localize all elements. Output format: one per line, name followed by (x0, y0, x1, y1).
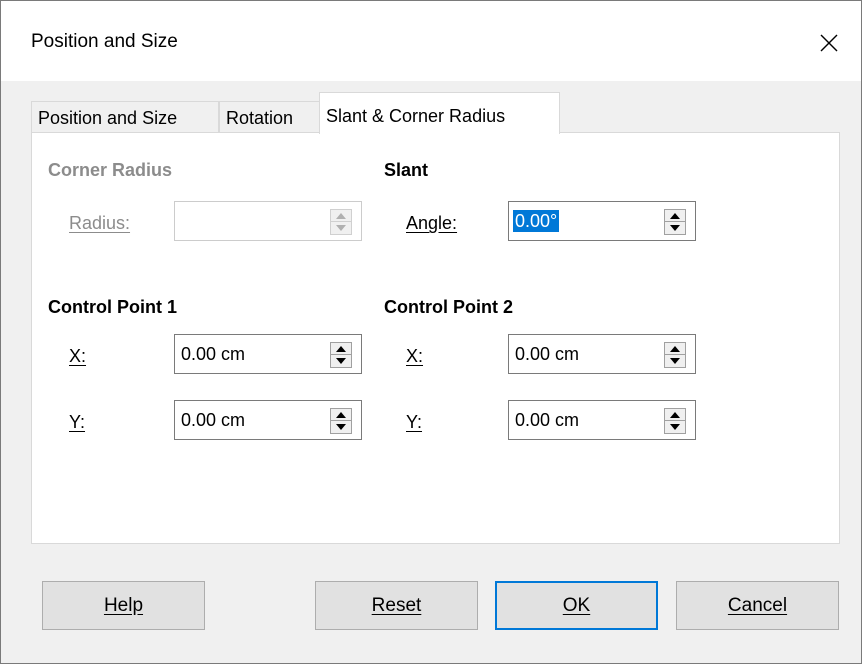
chevron-up-icon (670, 411, 680, 418)
control-point-2-y-decrement-button[interactable] (665, 421, 685, 433)
control-point-2-x-spin-buttons (664, 342, 686, 368)
control-point-2-y-spin-buttons (664, 408, 686, 434)
control-point-2-y-spinbox[interactable]: 0.00 cm (508, 400, 696, 440)
cancel-button[interactable]: Cancel (676, 581, 839, 630)
chevron-up-icon (336, 345, 346, 352)
reset-button[interactable]: Reset (315, 581, 478, 630)
radius-increment-button[interactable] (331, 210, 351, 222)
control-point-2-heading: Control Point 2 (384, 297, 513, 317)
help-button[interactable]: Help (42, 581, 205, 630)
control-point-1-y-increment-button[interactable] (331, 409, 351, 421)
control-point-1-x-value: 0.00 cm (181, 344, 246, 364)
control-point-2-y-value: 0.00 cm (515, 410, 580, 430)
dialog-title: Position and Size (31, 31, 178, 52)
control-point-1-y-spinbox[interactable]: 0.00 cm (174, 400, 362, 440)
chevron-up-icon (670, 212, 680, 219)
control-point-2-y-label: Y: (406, 412, 423, 432)
tab-position-and-size[interactable]: Position and Size (31, 101, 219, 133)
angle-spinbox[interactable]: 0.00° (508, 201, 696, 241)
control-point-2-x-label: X: (406, 346, 424, 366)
chevron-down-icon (670, 358, 680, 364)
control-point-1-x-decrement-button[interactable] (331, 355, 351, 367)
control-point-2-x-spinbox[interactable]: 0.00 cm (508, 334, 696, 374)
chevron-down-icon (336, 358, 346, 364)
tab-panel: Corner Radius Radius: Slant Angle: 0.00° (31, 132, 840, 544)
control-point-1-x-increment-button[interactable] (331, 343, 351, 355)
control-point-2-y-increment-button[interactable] (665, 409, 685, 421)
control-point-2-x-decrement-button[interactable] (665, 355, 685, 367)
chevron-down-icon (336, 225, 346, 231)
radius-decrement-button[interactable] (331, 222, 351, 234)
control-point-1-y-decrement-button[interactable] (331, 421, 351, 433)
chevron-down-icon (670, 424, 680, 430)
chevron-up-icon (670, 345, 680, 352)
angle-label: Angle: (406, 213, 458, 233)
angle-increment-button[interactable] (665, 210, 685, 222)
angle-spin-buttons (664, 209, 686, 235)
control-point-1-y-value: 0.00 cm (181, 410, 246, 430)
chevron-up-icon (336, 411, 346, 418)
control-point-1-y-spin-buttons (330, 408, 352, 434)
control-point-1-x-spinbox[interactable]: 0.00 cm (174, 334, 362, 374)
angle-decrement-button[interactable] (665, 222, 685, 234)
chevron-up-icon (336, 212, 346, 219)
radius-spinbox[interactable] (174, 201, 362, 241)
control-point-1-x-spin-buttons (330, 342, 352, 368)
tab-slant-and-corner-radius[interactable]: Slant & Corner Radius (319, 92, 560, 134)
radius-spin-buttons (330, 209, 352, 235)
control-point-1-x-label: X: (69, 346, 87, 366)
position-and-size-dialog: Position and Size Position and Size Rota… (0, 0, 862, 664)
tab-rotation[interactable]: Rotation (219, 101, 320, 133)
corner-radius-heading: Corner Radius (48, 160, 173, 180)
ok-button[interactable]: OK (495, 581, 658, 630)
close-icon (820, 34, 838, 52)
chevron-down-icon (336, 424, 346, 430)
control-point-2-x-value: 0.00 cm (515, 344, 580, 364)
close-button[interactable] (797, 11, 861, 75)
control-point-1-heading: Control Point 1 (48, 297, 177, 317)
control-point-1-y-label: Y: (69, 412, 86, 432)
title-bar: Position and Size (1, 1, 861, 81)
chevron-down-icon (670, 225, 680, 231)
radius-label: Radius: (69, 213, 131, 233)
angle-value: 0.00° (513, 210, 560, 232)
control-point-2-x-increment-button[interactable] (665, 343, 685, 355)
slant-heading: Slant (384, 160, 429, 180)
